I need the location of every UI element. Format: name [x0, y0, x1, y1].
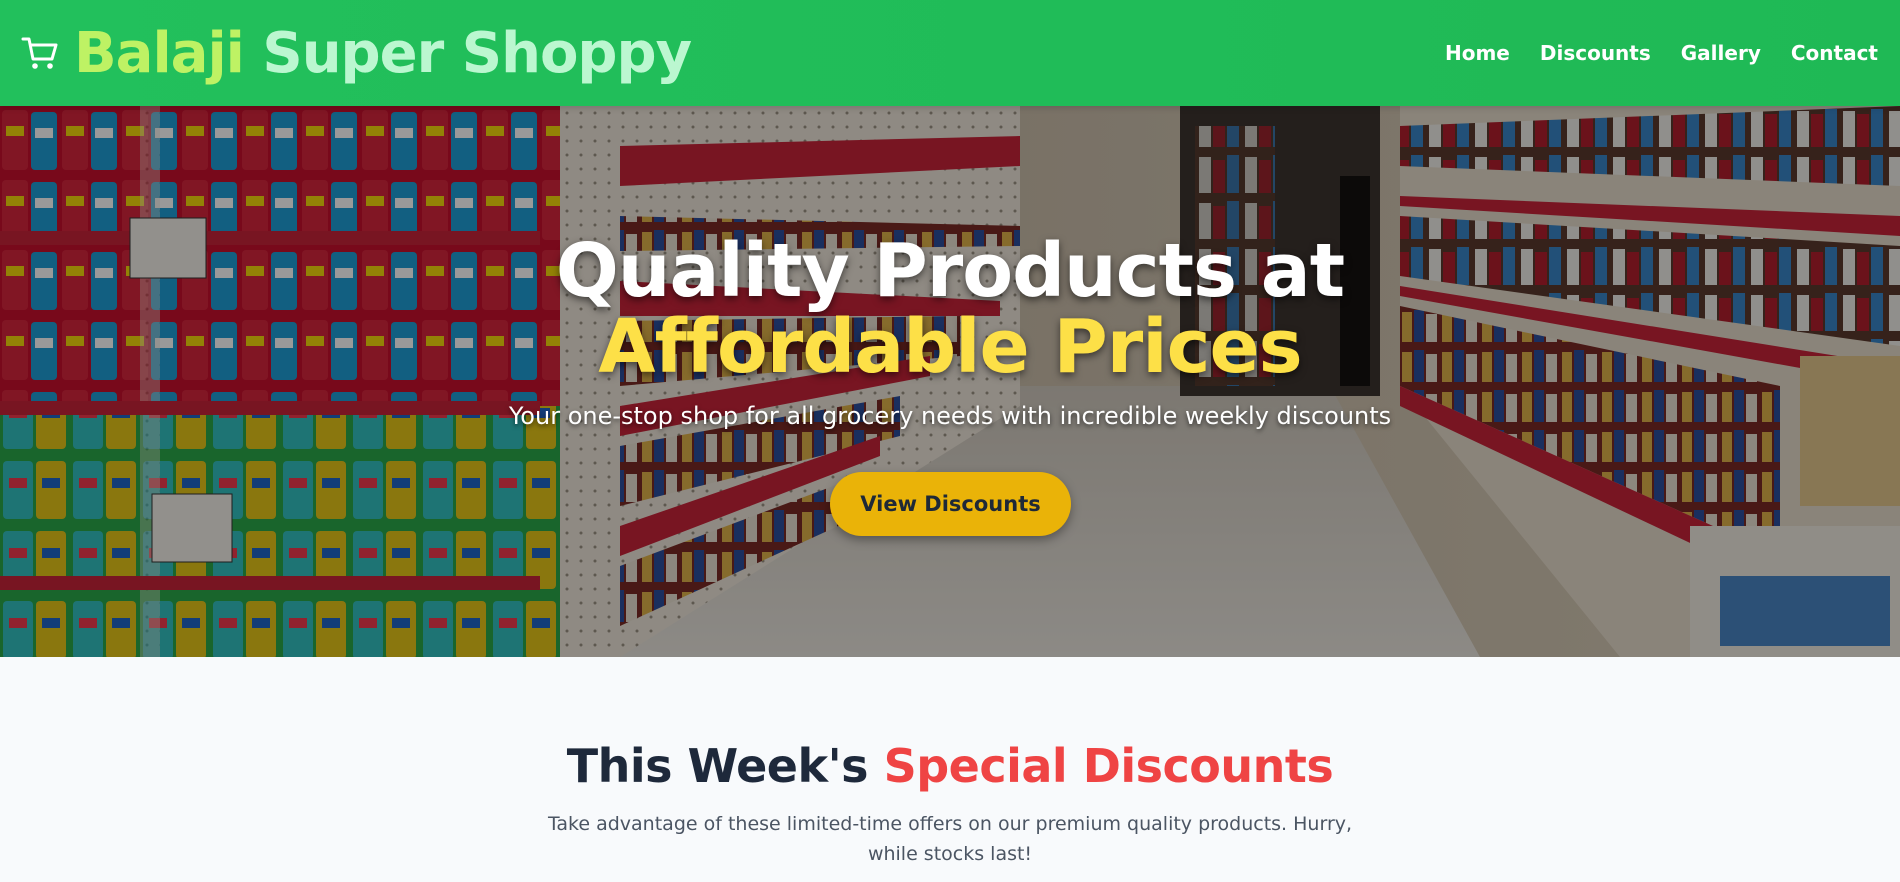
discounts-section: This Week's Special Discounts Take advan… — [0, 657, 1900, 882]
section-title-accent: Special Discounts — [883, 739, 1334, 793]
hero-content: Quality Products at Affordable Prices Yo… — [0, 106, 1900, 657]
section-description: Take advantage of these limited-time off… — [547, 813, 1353, 865]
hero-headline-line1: Quality Products at — [555, 228, 1345, 314]
view-discounts-button[interactable]: View Discounts — [830, 472, 1071, 536]
nav-discounts-link[interactable]: Discounts — [1540, 41, 1651, 65]
brand-title: Balaji Super Shoppy — [74, 20, 692, 86]
section-title: This Week's Special Discounts — [0, 739, 1900, 793]
hero-subtitle: Your one-stop shop for all grocery needs… — [508, 402, 1392, 430]
shopping-cart-icon — [21, 37, 58, 69]
brand-name-first: Balaji — [74, 20, 245, 86]
nav-gallery-link[interactable]: Gallery — [1681, 41, 1761, 65]
site-header: Balaji Super Shoppy Home Discounts Galle… — [0, 0, 1900, 106]
hero-section: Quality Products at Affordable Prices Yo… — [0, 106, 1900, 657]
brand-name-second: Super Shoppy — [262, 20, 692, 86]
nav-home-link[interactable]: Home — [1445, 41, 1510, 65]
nav-contact-link[interactable]: Contact — [1791, 41, 1878, 65]
section-title-main: This Week's — [566, 739, 869, 793]
main-nav: Home Discounts Gallery Contact — [1445, 41, 1878, 65]
brand-logo[interactable]: Balaji Super Shoppy — [20, 20, 692, 86]
hero-headline-line2: Affordable Prices — [598, 304, 1302, 390]
